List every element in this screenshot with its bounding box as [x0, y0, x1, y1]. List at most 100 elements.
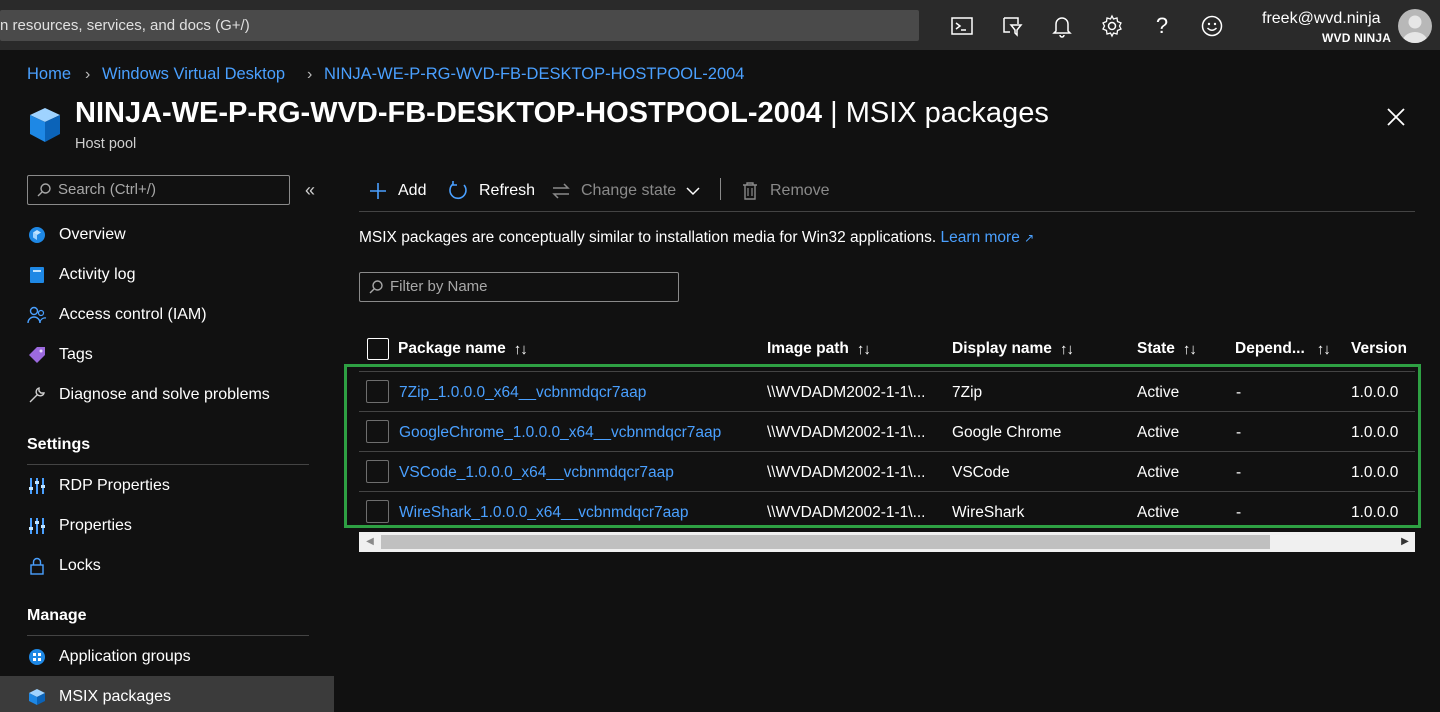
title-separator: | [822, 97, 846, 129]
learn-more-text: Learn more [940, 229, 1020, 246]
close-icon[interactable] [1384, 105, 1408, 129]
search-icon [36, 182, 52, 198]
change-state-button[interactable]: Change state [551, 178, 700, 204]
hostpool-cube-icon [28, 106, 62, 144]
sidebar-item-label: Activity log [59, 266, 136, 283]
settings-heading: Settings [27, 436, 91, 453]
page-title: NINJA-WE-P-RG-WVD-FB-DESKTOP-HOSTPOOL-20… [75, 97, 1049, 130]
sidebar-item-label: Locks [59, 557, 101, 574]
external-link-icon: ↗ [1024, 231, 1035, 245]
column-label: Package name [398, 340, 506, 357]
cloud-shell-icon[interactable] [948, 12, 976, 40]
trash-icon [742, 181, 758, 201]
scrollbar-thumb[interactable] [381, 535, 1270, 549]
sidebar-search-placeholder: Search (Ctrl+/) [58, 181, 156, 198]
sidebar-item-label: Properties [59, 517, 132, 534]
sidebar-item-label: Diagnose and solve problems [59, 386, 270, 403]
column-label: Version [1351, 340, 1407, 357]
lock-icon [27, 556, 47, 576]
change-state-label: Change state [581, 182, 677, 199]
add-button[interactable]: Add [368, 178, 426, 204]
filter-placeholder: Filter by Name [390, 278, 488, 295]
resource-type: Host pool [75, 136, 137, 152]
user-directory[interactable]: WVD NINJA [1322, 31, 1391, 45]
toolbar-divider [359, 211, 1415, 212]
scroll-right-icon[interactable]: ▶ [1399, 536, 1411, 548]
scroll-left-icon[interactable]: ◀ [364, 536, 376, 548]
add-label: Add [398, 182, 427, 199]
sidebar-item-activity-log[interactable]: Activity log [27, 255, 327, 295]
directory-filter-icon[interactable] [998, 12, 1026, 40]
collapse-sidebar-icon[interactable]: « [305, 180, 315, 201]
sidebar-item-label: Tags [59, 346, 93, 363]
resource-name: NINJA-WE-P-RG-WVD-FB-DESKTOP-HOSTPOOL-20… [75, 97, 823, 129]
user-name[interactable]: freek@wvd.ninja [1262, 10, 1381, 28]
refresh-button[interactable]: Refresh [447, 178, 535, 204]
sidebar-item-rdp-properties[interactable]: RDP Properties [27, 466, 327, 506]
avatar[interactable] [1398, 9, 1432, 43]
divider [27, 464, 309, 465]
sidebar-item-label: Access control (IAM) [59, 306, 207, 323]
column-label: State [1137, 340, 1175, 357]
settings-gear-icon[interactable] [1098, 12, 1126, 40]
remove-label: Remove [770, 182, 830, 199]
sort-arrows-icon: ↑↓ [1316, 340, 1331, 358]
sidebar-item-application-groups[interactable]: Application groups [27, 637, 327, 677]
sidebar-item-access-control[interactable]: Access control (IAM) [27, 295, 327, 335]
swap-arrows-icon [551, 181, 571, 201]
breadcrumb-chevron-icon: › [85, 66, 91, 83]
description: MSIX packages are conceptually similar t… [359, 229, 1034, 247]
sidebar-item-overview[interactable]: Overview [27, 215, 327, 255]
sidebar-item-msix-packages[interactable]: MSIX packages [27, 677, 327, 712]
sidebar-item-diagnose[interactable]: Diagnose and solve problems [27, 375, 327, 415]
column-label: Image path [767, 340, 849, 357]
column-label: Display name [952, 340, 1052, 357]
sidebar-item-label: RDP Properties [59, 477, 170, 494]
search-icon [368, 279, 384, 295]
notifications-bell-icon[interactable] [1048, 12, 1076, 40]
msix-package-icon [27, 687, 47, 707]
sidebar-item-locks[interactable]: Locks [27, 546, 327, 586]
manage-heading: Manage [27, 607, 87, 624]
select-all-checkbox[interactable] [367, 338, 389, 360]
sliders-icon [27, 476, 47, 496]
column-header-version[interactable]: Version [1351, 340, 1407, 358]
toolbar-separator [720, 178, 721, 200]
column-header-state[interactable]: State ↑↓ [1137, 340, 1197, 358]
learn-more-link[interactable]: Learn more ↗ [941, 229, 1035, 246]
refresh-label: Refresh [479, 182, 536, 199]
column-header-package-name[interactable]: Package name ↑↓ [398, 340, 528, 358]
breadcrumb-home[interactable]: Home [27, 65, 71, 84]
description-text: MSIX packages are conceptually similar t… [359, 229, 937, 246]
sidebar-search-input[interactable]: Search (Ctrl+/) [27, 175, 290, 205]
sliders-icon [27, 516, 47, 536]
blade-name: MSIX packages [845, 97, 1049, 129]
global-search-input[interactable]: n resources, services, and docs (G+/) [0, 10, 919, 41]
feedback-smiley-icon[interactable] [1198, 12, 1226, 40]
sidebar-item-label: Application groups [59, 648, 191, 665]
sort-arrows-icon: ↑↓ [513, 340, 528, 358]
plus-icon [368, 181, 388, 201]
sort-arrows-icon: ↑↓ [856, 340, 871, 358]
sort-arrows-icon: ↑↓ [1182, 340, 1197, 358]
breadcrumb-wvd[interactable]: Windows Virtual Desktop [102, 65, 285, 84]
column-header-display-name[interactable]: Display name ↑↓ [952, 340, 1074, 358]
divider [27, 635, 309, 636]
remove-button[interactable]: Remove [742, 178, 830, 204]
breadcrumb-chevron-icon: › [307, 66, 313, 83]
overview-icon [27, 225, 47, 245]
wrench-icon [27, 385, 47, 405]
application-groups-icon [27, 647, 47, 667]
help-question-icon[interactable]: ? [1148, 12, 1176, 40]
people-icon [27, 305, 47, 325]
global-search-text: n resources, services, and docs (G+/) [0, 17, 250, 34]
sidebar-item-properties[interactable]: Properties [27, 506, 327, 546]
sidebar-item-label: MSIX packages [59, 688, 172, 705]
column-header-dependencies[interactable]: Depend... ↑↓ [1235, 340, 1331, 358]
sidebar-item-tags[interactable]: Tags [27, 335, 327, 375]
tag-icon [27, 345, 47, 365]
filter-by-name-input[interactable]: Filter by Name [359, 272, 679, 302]
sort-arrows-icon: ↑↓ [1059, 340, 1074, 358]
column-header-image-path[interactable]: Image path ↑↓ [767, 340, 871, 358]
breadcrumb-hostpool[interactable]: NINJA-WE-P-RG-WVD-FB-DESKTOP-HOSTPOOL-20… [324, 65, 744, 84]
